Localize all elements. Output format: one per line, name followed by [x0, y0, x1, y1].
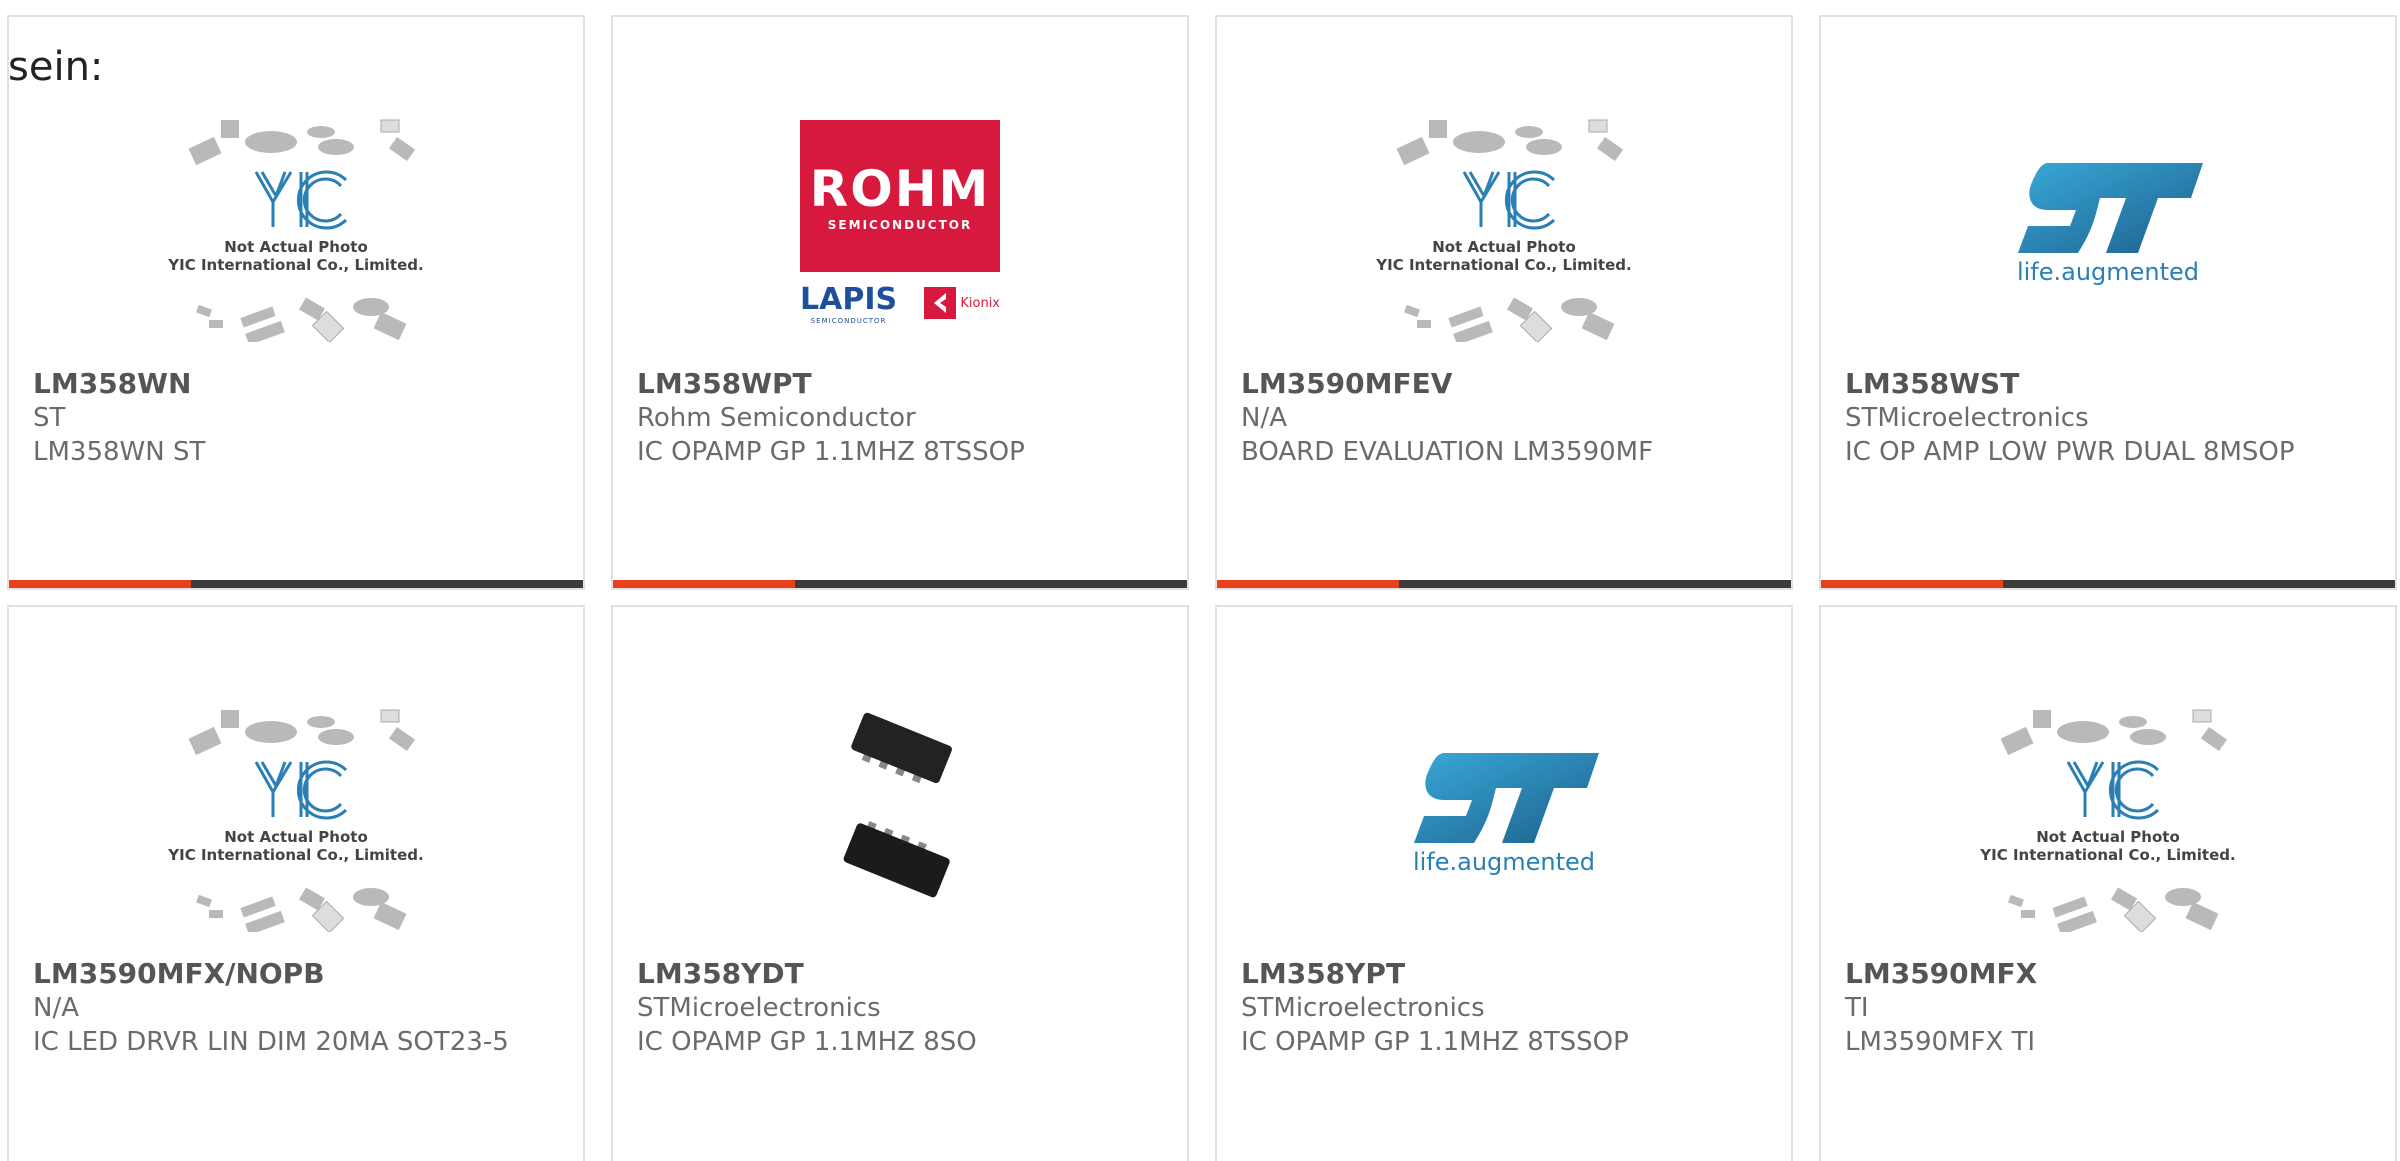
st-logo-mark	[2018, 163, 2203, 253]
chip-photo	[843, 712, 952, 898]
card-accent-bar	[1217, 580, 1399, 588]
product-card[interactable]: Not Actual Photo YIC International Co., …	[1215, 15, 1793, 590]
product-image[interactable]: Not Actual Photo YIC International Co., …	[9, 667, 583, 957]
product-card[interactable]: Not Actual Photo YIC International Co., …	[1819, 605, 2397, 1161]
card-accent-bar	[1821, 580, 2003, 588]
product-grid-page: sein: Not Actual Photo YIC International…	[0, 0, 2400, 1161]
product-manufacturer: ST	[33, 403, 66, 433]
product-description: LM358WN ST	[33, 437, 206, 467]
product-description: IC OPAMP GP 1.1MHZ 8TSSOP	[637, 437, 1025, 467]
product-image[interactable]: Not Actual Photo YIC International Co., …	[9, 77, 583, 367]
product-info: LM3590MFX/NOPB N/A IC LED DRVR LIN DIM 2…	[33, 957, 559, 1059]
placeholder-line1: Not Actual Photo	[224, 238, 368, 256]
product-manufacturer: Rohm Semiconductor	[637, 403, 916, 433]
product-manufacturer: N/A	[33, 993, 79, 1023]
placeholder-line1: Not Actual Photo	[2036, 828, 2180, 846]
product-info: LM3590MFX TI LM3590MFX TI	[1845, 957, 2371, 1059]
card-accent-bar	[9, 580, 191, 588]
kionix-logo: Kionix	[924, 287, 1000, 319]
product-part-number[interactable]: LM358YDT	[637, 957, 1163, 991]
product-image[interactable]: Not Actual Photo YIC International Co., …	[1217, 77, 1791, 367]
product-card[interactable]: ROHM SEMICONDUCTOR LAPIS SEMICONDUCTOR K…	[611, 15, 1189, 590]
st-logo-tagline: life.augmented	[2016, 258, 2200, 286]
product-image[interactable]: life.augmented	[1217, 667, 1791, 957]
placeholder-line2: YIC International Co., Limited.	[167, 256, 423, 274]
st-logo: life.augmented	[2008, 158, 2208, 286]
product-manufacturer: STMicroelectronics	[637, 993, 881, 1023]
yic-placeholder-image: Not Actual Photo YIC International Co., …	[1979, 709, 2236, 932]
st-logo-tagline: life.augmented	[1412, 848, 1596, 876]
product-card[interactable]: Not Actual Photo YIC International Co., …	[7, 15, 585, 590]
product-info: LM358WST STMicroelectronics IC OP AMP LO…	[1845, 367, 2371, 469]
product-description: LM3590MFX TI	[1845, 1027, 2036, 1057]
product-manufacturer: STMicroelectronics	[1241, 993, 1485, 1023]
product-description: IC OP AMP LOW PWR DUAL 8MSOP	[1845, 437, 2295, 467]
product-manufacturer: N/A	[1241, 403, 1287, 433]
product-image[interactable]	[613, 667, 1187, 957]
card-accent-bar	[613, 580, 795, 588]
st-logo: life.augmented	[1404, 748, 1604, 876]
product-manufacturer: TI	[1845, 993, 1869, 1023]
product-image[interactable]: life.augmented	[1821, 77, 2395, 367]
product-image[interactable]: Not Actual Photo YIC International Co., …	[1821, 667, 2395, 957]
yic-placeholder-image: Not Actual Photo YIC International Co., …	[167, 709, 424, 932]
card-bottom-bar	[9, 580, 583, 588]
kionix-icon	[924, 287, 957, 319]
product-card[interactable]: Not Actual Photo YIC International Co., …	[7, 605, 585, 1161]
product-part-number[interactable]: LM358WN	[33, 367, 559, 401]
lapis-logo: LAPIS	[800, 281, 898, 317]
rohm-logo: ROHM SEMICONDUCTOR LAPIS SEMICONDUCTOR K…	[800, 119, 1000, 325]
product-info: LM358YPT STMicroelectronics IC OPAMP GP …	[1241, 957, 1767, 1059]
product-info: LM3590MFEV N/A BOARD EVALUATION LM3590MF	[1241, 367, 1767, 469]
placeholder-line2: YIC International Co., Limited.	[167, 846, 423, 864]
yic-placeholder-image: Not Actual Photo YIC International Co., …	[167, 119, 424, 342]
product-card[interactable]: LM358YDT STMicroelectronics IC OPAMP GP …	[611, 605, 1189, 1161]
card-bottom-bar	[1217, 580, 1791, 588]
intro-text: sein:	[8, 44, 104, 90]
product-description: IC OPAMP GP 1.1MHZ 8TSSOP	[1241, 1027, 1629, 1057]
card-bottom-bar	[613, 580, 1187, 588]
placeholder-line2: YIC International Co., Limited.	[1979, 846, 2235, 864]
placeholder-line1: Not Actual Photo	[1432, 238, 1576, 256]
product-part-number[interactable]: LM3590MFX/NOPB	[33, 957, 559, 991]
product-part-number[interactable]: LM358YPT	[1241, 957, 1767, 991]
product-image[interactable]: ROHM SEMICONDUCTOR LAPIS SEMICONDUCTOR K…	[613, 77, 1187, 367]
st-logo-mark	[1414, 753, 1599, 843]
placeholder-line2: YIC International Co., Limited.	[1375, 256, 1631, 274]
product-info: LM358WN ST LM358WN ST	[33, 367, 559, 469]
card-bottom-bar	[1821, 580, 2395, 588]
product-card[interactable]: life.augmented LM358WST STMicroelectroni…	[1819, 15, 2397, 590]
product-info: LM358YDT STMicroelectronics IC OPAMP GP …	[637, 957, 1163, 1059]
product-part-number[interactable]: LM358WPT	[637, 367, 1163, 401]
yic-placeholder-image: Not Actual Photo YIC International Co., …	[1375, 119, 1632, 342]
product-part-number[interactable]: LM358WST	[1845, 367, 2371, 401]
product-description: IC OPAMP GP 1.1MHZ 8SO	[637, 1027, 977, 1057]
rohm-logo-main: ROHM	[809, 159, 991, 218]
kionix-logo-text: Kionix	[960, 295, 1000, 311]
product-part-number[interactable]: LM3590MFX	[1845, 957, 2371, 991]
product-info: LM358WPT Rohm Semiconductor IC OPAMP GP …	[637, 367, 1163, 469]
rohm-logo-sub: SEMICONDUCTOR	[827, 217, 973, 232]
product-part-number[interactable]: LM3590MFEV	[1241, 367, 1767, 401]
product-manufacturer: STMicroelectronics	[1845, 403, 2089, 433]
product-description: BOARD EVALUATION LM3590MF	[1241, 437, 1654, 467]
product-description: IC LED DRVR LIN DIM 20MA SOT23-5	[33, 1027, 509, 1057]
product-card[interactable]: life.augmented LM358YPT STMicroelectroni…	[1215, 605, 1793, 1161]
placeholder-line1: Not Actual Photo	[224, 828, 368, 846]
lapis-logo-sub: SEMICONDUCTOR	[810, 316, 887, 325]
